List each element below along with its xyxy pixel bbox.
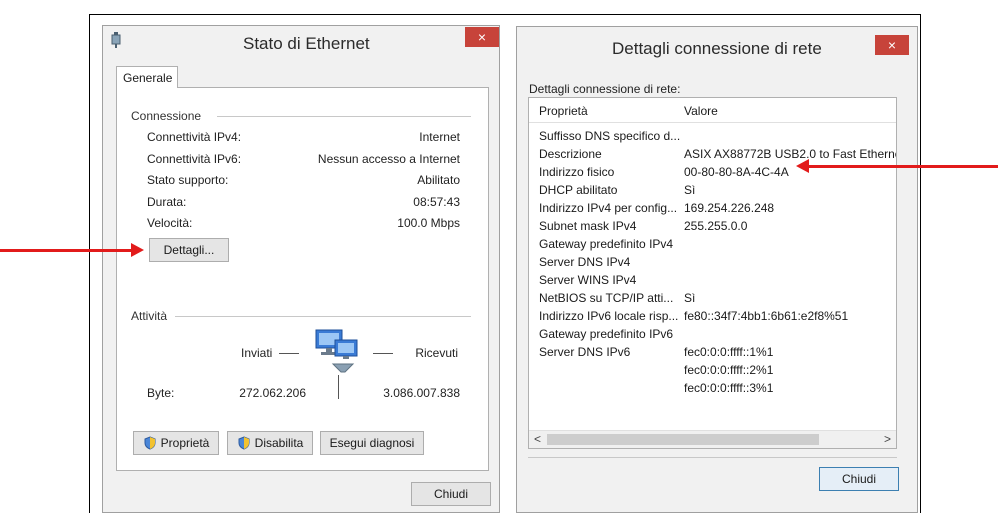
list-item[interactable]: fec0:0:0:ffff::2%1 xyxy=(529,363,896,381)
value-cell: 255.255.0.0 xyxy=(684,219,748,233)
general-panel: Connessione Connettività IPv4: Internet … xyxy=(116,87,489,471)
connection-group-label: Connessione xyxy=(131,109,208,123)
group-divider xyxy=(217,116,471,117)
media-state-label: Stato supporto: xyxy=(147,173,229,187)
property-cell: NetBIOS su TCP/IP atti... xyxy=(539,291,674,305)
scroll-left-icon[interactable]: < xyxy=(534,432,541,446)
bytes-label: Byte: xyxy=(147,386,175,400)
tab-general[interactable]: Generale xyxy=(116,66,178,88)
scroll-thumb[interactable] xyxy=(547,434,819,445)
value-cell: Sì xyxy=(684,183,696,197)
list-item[interactable]: Suffisso DNS specifico d... xyxy=(529,129,896,147)
details-subtitle: Dettagli connessione di rete: xyxy=(529,82,681,96)
property-cell: Subnet mask IPv4 xyxy=(539,219,637,233)
bytes-received-value: 3.086.007.838 xyxy=(383,386,460,400)
annotation-arrow-left xyxy=(0,243,144,257)
close-dialog-button[interactable]: Chiudi xyxy=(819,467,899,491)
list-item[interactable]: Server WINS IPv4 xyxy=(529,273,896,291)
ipv4-connectivity-value: Internet xyxy=(419,130,460,144)
value-cell: fec0:0:0:ffff::1%1 xyxy=(684,345,774,359)
property-cell: Gateway predefinito IPv6 xyxy=(539,327,674,341)
value-cell: 00-80-80-8A-4C-4A xyxy=(684,165,789,179)
activity-divider xyxy=(338,375,339,399)
sent-label: Inviati xyxy=(241,346,273,360)
list-item[interactable]: Gateway predefinito IPv4 xyxy=(529,237,896,255)
ipv6-connectivity-label: Connettività IPv6: xyxy=(147,152,242,166)
ethernet-status-window: Stato di Ethernet × Generale Connessione… xyxy=(102,25,500,513)
list-item[interactable]: Subnet mask IPv4 255.255.0.0 xyxy=(529,219,896,237)
list-item[interactable]: Indirizzo IPv4 per config... 169.254.226.… xyxy=(529,201,896,219)
close-dialog-button[interactable]: Chiudi xyxy=(411,482,491,506)
network-details-window: Dettagli connessione di rete × Dettagli … xyxy=(516,26,918,513)
value-cell: fec0:0:0:ffff::2%1 xyxy=(684,363,774,377)
details-list[interactable]: Proprietà Valore Suffisso DNS specifico … xyxy=(528,97,897,449)
group-divider xyxy=(175,316,471,317)
horizontal-scrollbar[interactable]: < > xyxy=(529,430,896,448)
property-cell: DHCP abilitato xyxy=(539,183,618,197)
list-item[interactable]: Descrizione ASIX AX88772B USB2.0 to Fast … xyxy=(529,147,896,165)
property-cell: Indirizzo IPv6 locale risp... xyxy=(539,309,679,323)
property-cell: Gateway predefinito IPv4 xyxy=(539,237,674,251)
list-header: Proprietà Valore xyxy=(529,98,896,123)
list-item[interactable]: Server DNS IPv6 fec0:0:0:ffff::1%1 xyxy=(529,345,896,363)
window-title: Stato di Ethernet xyxy=(243,34,370,53)
properties-button[interactable]: Proprietà xyxy=(133,431,219,455)
column-header-property[interactable]: Proprietà xyxy=(539,104,588,118)
bytes-sent-value: 272.062.206 xyxy=(239,386,306,400)
property-cell: Descrizione xyxy=(539,147,602,161)
disable-label: Disabilita xyxy=(254,436,304,450)
property-cell: Server WINS IPv4 xyxy=(539,273,637,287)
duration-value: 08:57:43 xyxy=(413,195,460,209)
speed-value: 100.0 Mbps xyxy=(397,216,460,230)
close-button[interactable]: × xyxy=(875,35,909,55)
list-item[interactable]: Indirizzo IPv6 locale risp... fe80::34f7:… xyxy=(529,309,896,327)
shield-icon xyxy=(238,436,250,450)
value-cell: fec0:0:0:ffff::3%1 xyxy=(684,381,774,395)
close-button[interactable]: × xyxy=(465,27,499,47)
network-computers-icon xyxy=(315,329,358,373)
speed-label: Velocità: xyxy=(147,216,193,230)
details-button[interactable]: Dettagli... xyxy=(149,238,229,262)
received-label: Ricevuti xyxy=(415,346,458,360)
ipv6-connectivity-value: Nessun accesso a Internet xyxy=(317,152,460,166)
properties-label: Proprietà xyxy=(160,436,210,450)
list-item[interactable]: DHCP abilitato Sì xyxy=(529,183,896,201)
diagnose-button[interactable]: Esegui diagnosi xyxy=(320,431,424,455)
list-item[interactable]: Server DNS IPv4 xyxy=(529,255,896,273)
value-cell: 169.254.226.248 xyxy=(684,201,775,215)
property-cell: Server DNS IPv4 xyxy=(539,255,631,269)
title-bar: Stato di Ethernet × xyxy=(103,26,499,66)
property-cell: Indirizzo IPv4 per config... xyxy=(539,201,678,215)
list-item[interactable]: NetBIOS su TCP/IP atti... Sì xyxy=(529,291,896,309)
value-cell: Sì xyxy=(684,291,696,305)
column-header-value[interactable]: Valore xyxy=(684,104,718,118)
activity-group-label: Attività xyxy=(131,309,174,323)
shield-icon xyxy=(144,436,156,450)
title-bar: Dettagli connessione di rete × xyxy=(517,27,917,67)
disable-button[interactable]: Disabilita xyxy=(227,431,313,455)
scroll-right-icon[interactable]: > xyxy=(884,432,891,446)
sent-line xyxy=(279,353,299,354)
property-cell: Suffisso DNS specifico d... xyxy=(539,129,681,143)
ipv4-connectivity-label: Connettività IPv4: xyxy=(147,130,242,144)
list-item[interactable]: fec0:0:0:ffff::3%1 xyxy=(529,381,896,399)
list-item[interactable]: Gateway predefinito IPv6 xyxy=(529,327,896,345)
value-cell: ASIX AX88772B USB2.0 to Fast Ethernet xyxy=(684,147,897,161)
footer-divider xyxy=(528,457,897,458)
property-cell: Indirizzo fisico xyxy=(539,165,615,179)
property-cell: Server DNS IPv6 xyxy=(539,345,631,359)
window-title: Dettagli connessione di rete xyxy=(612,39,822,58)
duration-label: Durata: xyxy=(147,195,187,209)
ethernet-icon xyxy=(111,32,121,48)
received-line xyxy=(373,353,393,354)
media-state-value: Abilitato xyxy=(417,173,460,187)
annotation-arrow-right xyxy=(796,159,998,173)
value-cell: fe80::34f7:4bb1:6b61:e2f8%51 xyxy=(684,309,849,323)
